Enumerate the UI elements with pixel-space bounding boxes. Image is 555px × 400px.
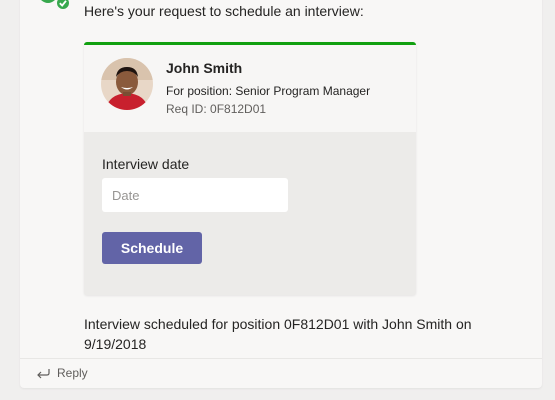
reply-button[interactable]: Reply [36, 362, 88, 384]
candidate-name: John Smith [166, 60, 243, 76]
schedule-button[interactable]: Schedule [102, 232, 202, 264]
reply-label: Reply [57, 366, 88, 380]
candidate-header: John Smith For position: Senior Program … [84, 45, 416, 132]
bot-avatar-icon [35, 0, 71, 16]
candidate-req-id: Req ID: 0F812D01 [166, 102, 267, 116]
reply-arrow-icon [36, 367, 50, 379]
reply-divider [20, 358, 542, 359]
message-thread: Here's your request to schedule an inter… [20, 0, 542, 388]
interview-date-label: Interview date [102, 156, 190, 172]
message-intro: Here's your request to schedule an inter… [84, 3, 364, 19]
interview-date-input[interactable] [102, 178, 288, 212]
candidate-position: For position: Senior Program Manager [166, 84, 371, 98]
candidate-photo [101, 58, 153, 110]
interview-card: John Smith For position: Senior Program … [84, 42, 416, 295]
confirmation-message: Interview scheduled for position 0F812D0… [84, 316, 472, 352]
